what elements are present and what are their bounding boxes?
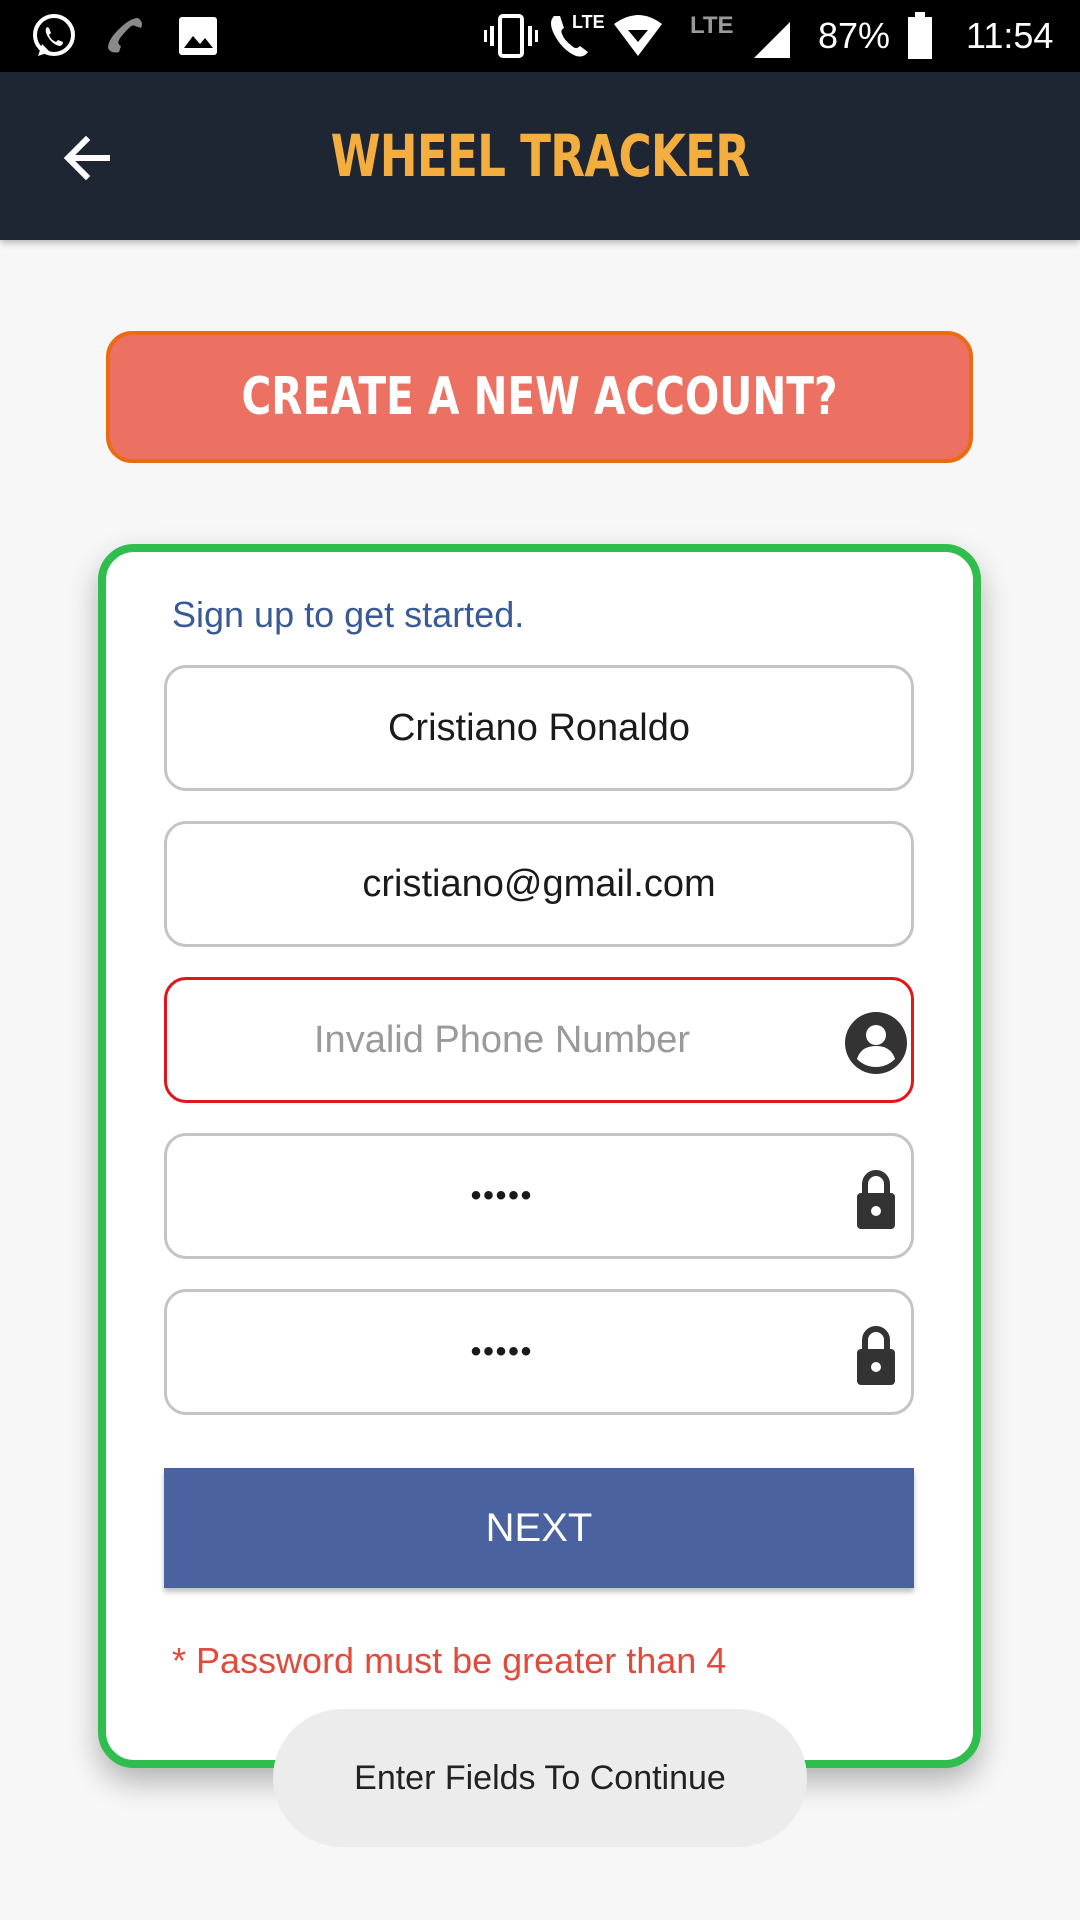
status-bar: LTE LTE 87% 11:54 xyxy=(0,0,1080,72)
email-value: cristiano@gmail.com xyxy=(362,863,716,905)
network-type-label: LTE xyxy=(690,12,734,39)
next-label: NEXT xyxy=(485,1506,593,1550)
email-field[interactable]: cristiano@gmail.com xyxy=(164,821,914,947)
svg-text:LTE: LTE xyxy=(572,12,605,32)
wifi-icon xyxy=(614,15,662,56)
phone-field[interactable]: Invalid Phone Number xyxy=(164,977,914,1103)
back-button[interactable] xyxy=(40,112,130,202)
confirm-password-value: ••••• xyxy=(470,1335,534,1368)
create-account-label: CREATE A NEW ACCOUNT? xyxy=(241,367,838,427)
name-value: Cristiano Ronaldo xyxy=(387,707,691,749)
image-icon xyxy=(179,17,217,55)
lock-icon xyxy=(857,1326,895,1385)
vibrate-icon xyxy=(484,14,538,58)
signup-caption: Sign up to get started. xyxy=(172,594,525,635)
toast: Enter Fields To Continue xyxy=(273,1709,807,1847)
name-field[interactable]: Cristiano Ronaldo xyxy=(164,665,914,791)
whatsapp-icon xyxy=(33,14,75,56)
app-bar: WHEEL TRACKER xyxy=(0,72,1080,240)
account-circle-icon xyxy=(845,1012,907,1074)
clock: 11:54 xyxy=(966,15,1054,56)
password-value: ••••• xyxy=(470,1179,534,1212)
volte-call-icon: LTE xyxy=(551,12,605,57)
password-field[interactable]: ••••• xyxy=(164,1133,914,1259)
battery-percent: 87% xyxy=(818,15,891,56)
lock-icon xyxy=(857,1170,895,1229)
phone-placeholder: Invalid Phone Number xyxy=(314,1019,690,1061)
confirm-password-field[interactable]: ••••• xyxy=(164,1289,914,1415)
app-title: WHEEL TRACKER xyxy=(330,122,750,190)
battery-icon xyxy=(908,12,932,59)
toast-message: Enter Fields To Continue xyxy=(354,1759,726,1797)
missed-call-icon xyxy=(108,18,142,53)
password-error-message: * Password must be greater than 4 xyxy=(172,1640,727,1681)
signal-icon xyxy=(754,22,790,58)
arrow-left-icon xyxy=(63,135,110,181)
create-account-button[interactable]: CREATE A NEW ACCOUNT? xyxy=(106,331,973,463)
next-button[interactable]: NEXT xyxy=(164,1468,914,1588)
